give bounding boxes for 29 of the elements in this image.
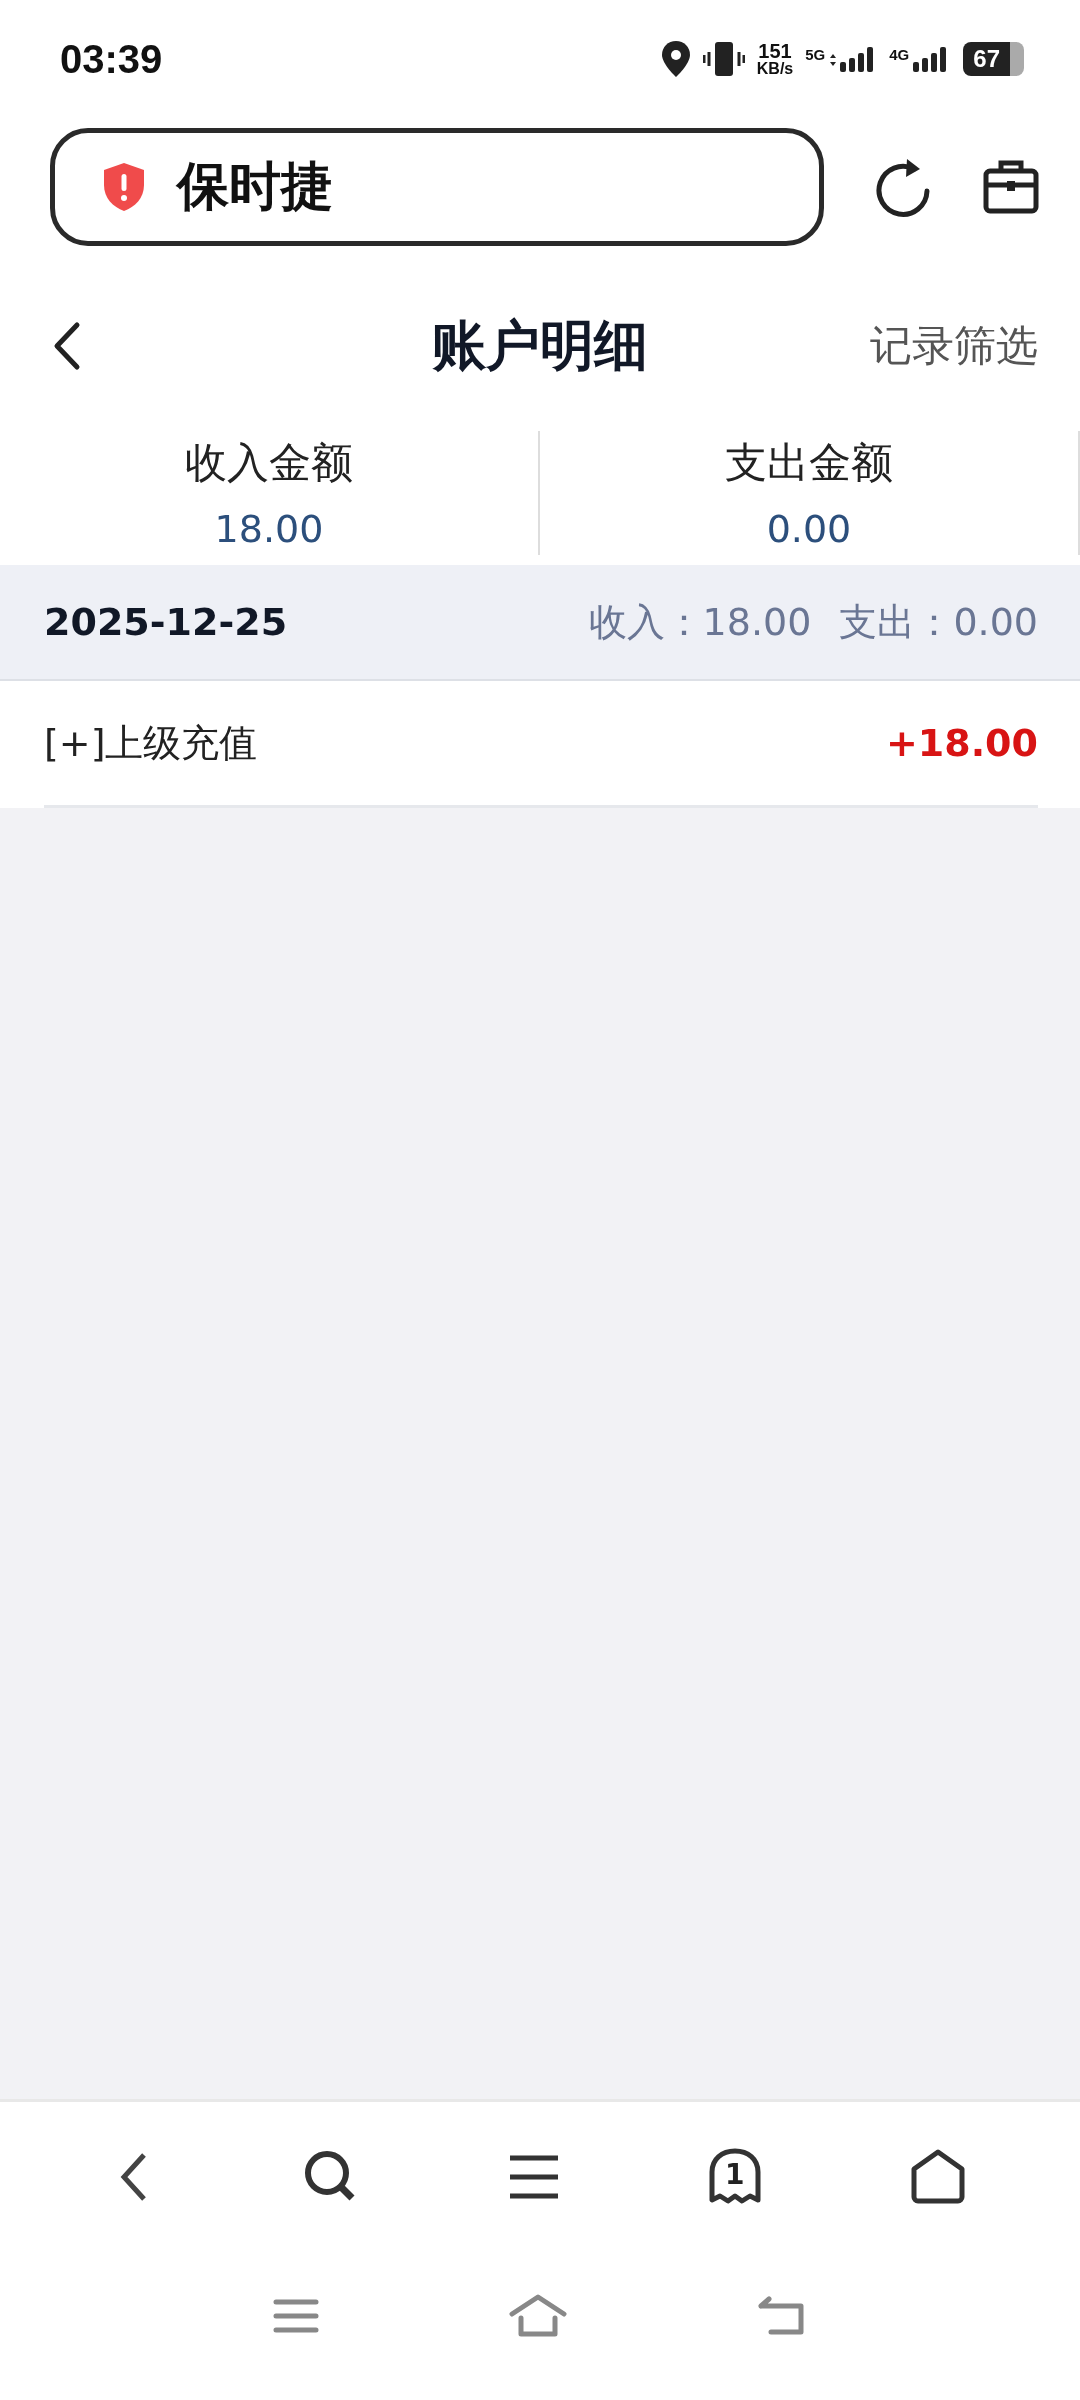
day-expense: 支出：0.00 <box>839 598 1038 646</box>
network-type: 4G <box>889 46 910 63</box>
status-time: 03:39 <box>60 36 163 82</box>
net-speed: 151 <box>758 41 792 61</box>
home-icon[interactable] <box>909 2149 966 2205</box>
refresh-icon[interactable] <box>874 157 932 217</box>
return-icon[interactable] <box>757 2296 807 2336</box>
toolbox-icon[interactable] <box>982 159 1040 215</box>
summary-value: 0.00 <box>766 507 852 551</box>
summary-value: 18.00 <box>214 507 324 551</box>
battery-level: 67 <box>963 42 1024 76</box>
summary-label: 收入金额 <box>185 437 353 489</box>
net-speed-unit: KB/s <box>756 61 794 77</box>
back-icon[interactable] <box>52 321 82 371</box>
record-row[interactable]: [+]上级充值 +18.00 <box>0 681 1080 808</box>
network-type: 5G <box>805 46 826 63</box>
summary-label: 支出金额 <box>725 437 893 489</box>
day-income: 收入：18.00 <box>588 598 812 646</box>
date-text: 2025-12-25 <box>44 600 288 644</box>
tabs-button[interactable]: 1 <box>708 2148 761 2206</box>
page-title: 账户明细 <box>431 312 649 379</box>
record-title: [+]上级充值 <box>44 719 258 767</box>
filter-link[interactable]: 记录筛选 <box>870 318 1038 374</box>
address-bar[interactable]: 保时捷 <box>50 128 824 246</box>
menu-icon[interactable] <box>508 2154 560 2200</box>
location-icon <box>660 40 691 78</box>
warning-shield-icon <box>101 161 147 213</box>
vibrate-icon <box>702 40 745 78</box>
record-amount: +18.00 <box>885 721 1038 765</box>
